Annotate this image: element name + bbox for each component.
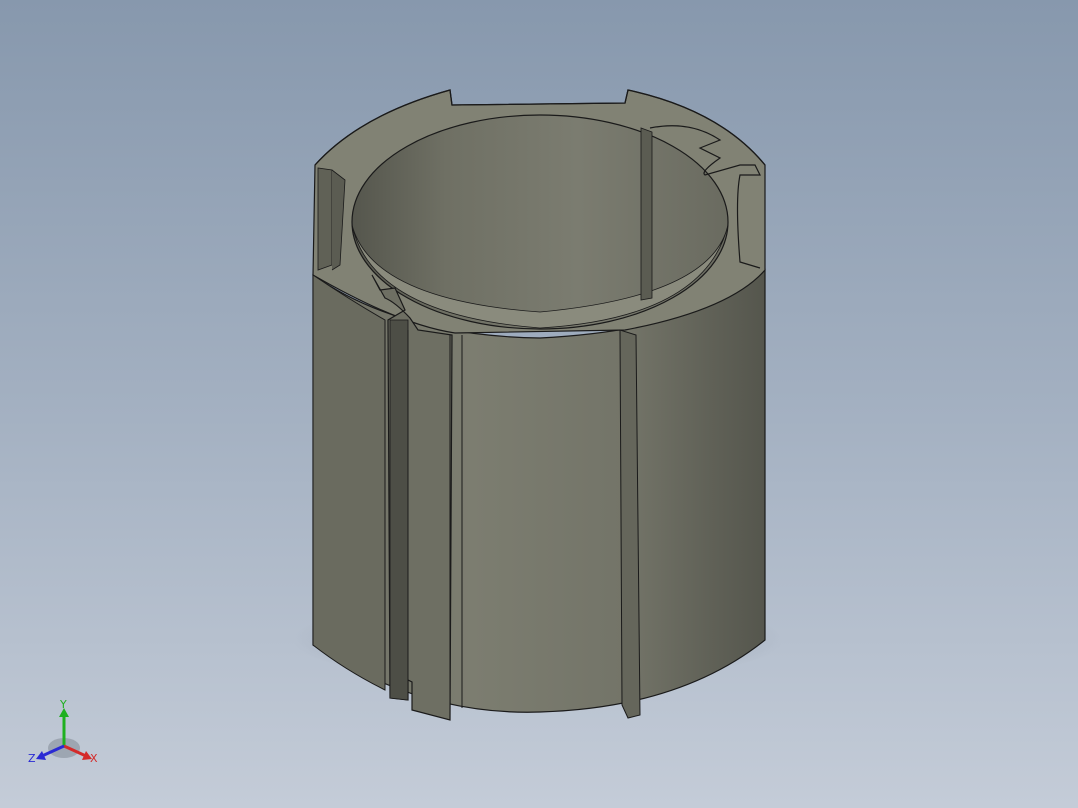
z-axis-label: Z	[28, 752, 36, 765]
left-face	[312, 274, 386, 691]
inner-bore	[351, 114, 729, 330]
t-slot-front-right	[619, 329, 641, 719]
t-slot-top-left	[317, 167, 333, 271]
x-axis-label: X	[90, 752, 98, 765]
orientation-triad[interactable]: Y X Z	[26, 696, 106, 768]
slot-groove-left	[389, 319, 409, 701]
y-axis-label: Y	[59, 698, 67, 711]
cylinder-tube-model[interactable]	[0, 0, 1078, 808]
bore-slot	[640, 127, 653, 301]
3d-viewport[interactable]: Y X Z	[0, 0, 1078, 808]
